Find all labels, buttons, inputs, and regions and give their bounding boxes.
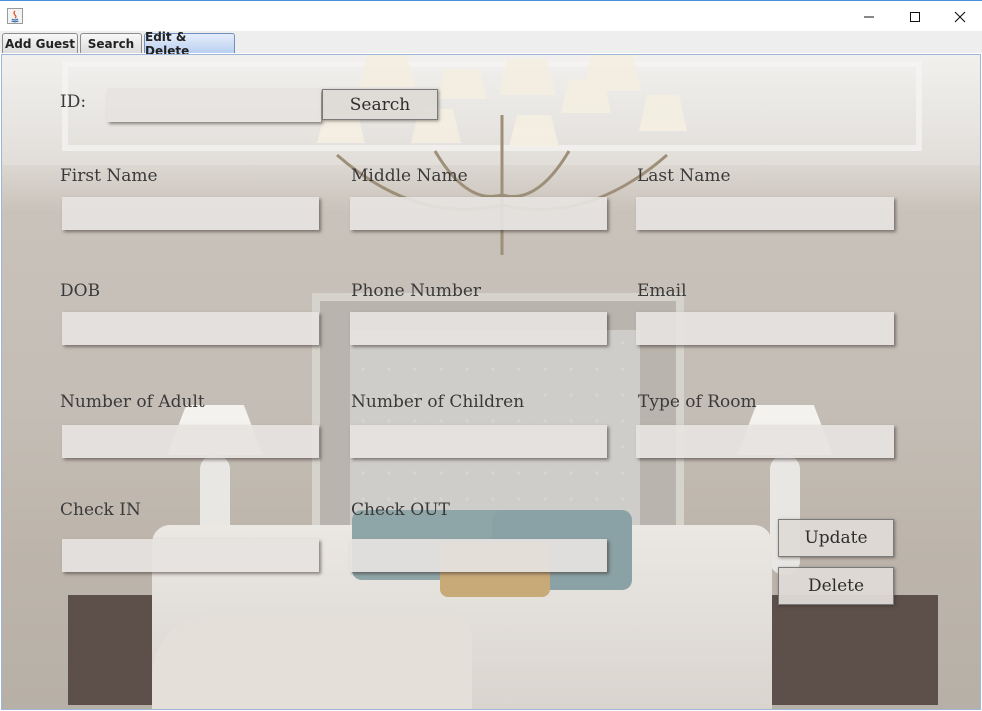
number-of-adult-field[interactable] bbox=[62, 425, 319, 458]
last-name-label: Last Name bbox=[637, 166, 731, 186]
close-icon bbox=[954, 11, 966, 22]
background-lamp-base-right bbox=[770, 455, 800, 575]
close-button[interactable] bbox=[937, 2, 982, 31]
dob-label: DOB bbox=[60, 281, 101, 301]
first-name-label: First Name bbox=[60, 166, 158, 186]
number-of-children-label: Number of Children bbox=[351, 392, 525, 412]
number-of-adult-label: Number of Adult bbox=[60, 392, 205, 412]
tab-add-guest[interactable]: Add Guest bbox=[2, 33, 78, 53]
dob-field[interactable] bbox=[62, 312, 319, 345]
id-label: ID: bbox=[60, 92, 87, 112]
middle-name-label: Middle Name bbox=[351, 166, 468, 186]
middle-name-field[interactable] bbox=[350, 197, 607, 230]
window-title-bar bbox=[0, 0, 982, 31]
email-field[interactable] bbox=[636, 312, 894, 345]
update-button[interactable]: Update bbox=[778, 519, 894, 557]
background-chaise-lounge bbox=[152, 615, 472, 709]
last-name-field[interactable] bbox=[636, 197, 894, 230]
minimize-icon bbox=[864, 16, 874, 17]
maximize-button[interactable] bbox=[892, 2, 938, 31]
check-in-field[interactable] bbox=[62, 539, 319, 572]
id-input[interactable] bbox=[107, 89, 321, 122]
check-in-label: Check IN bbox=[60, 500, 141, 520]
minimize-button[interactable] bbox=[846, 2, 892, 31]
tab-strip: Add Guest Search Edit & Delete bbox=[0, 30, 982, 58]
java-app-icon bbox=[7, 8, 23, 24]
maximize-icon bbox=[910, 11, 920, 22]
type-of-room-label: Type of Room bbox=[638, 392, 757, 412]
check-out-label: Check OUT bbox=[351, 500, 450, 520]
edit-delete-panel: ID: Search First Name Middle Name Last N… bbox=[1, 54, 981, 710]
search-button[interactable]: Search bbox=[322, 89, 438, 120]
first-name-field[interactable] bbox=[62, 197, 319, 230]
delete-button[interactable]: Delete bbox=[778, 567, 894, 605]
tab-edit-delete[interactable]: Edit & Delete bbox=[144, 30, 235, 58]
type-of-room-field[interactable] bbox=[636, 425, 894, 458]
check-out-field[interactable] bbox=[350, 539, 607, 572]
number-of-children-field[interactable] bbox=[350, 425, 607, 458]
email-label: Email bbox=[637, 281, 687, 301]
phone-number-label: Phone Number bbox=[351, 281, 482, 301]
tab-search[interactable]: Search bbox=[80, 33, 142, 53]
phone-number-field[interactable] bbox=[350, 312, 607, 345]
